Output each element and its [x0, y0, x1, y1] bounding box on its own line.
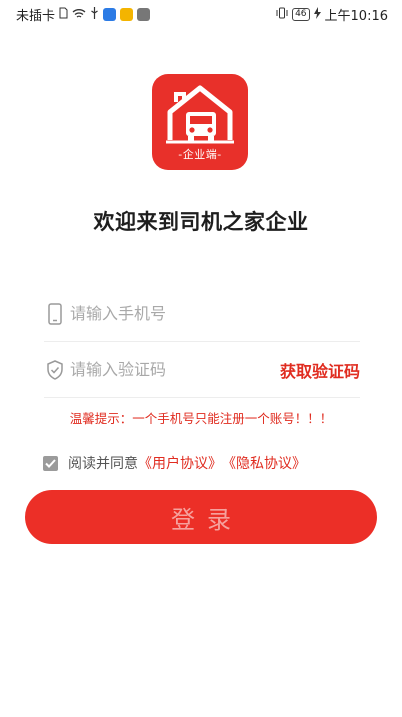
agreement-row: 阅读并同意 《用户协议》 《隐私协议》 — [43, 453, 306, 473]
privacy-policy-link[interactable]: 《隐私协议》 — [222, 453, 306, 473]
sim-icon — [59, 7, 68, 21]
welcome-title: 欢迎来到司机之家企业 — [93, 210, 309, 234]
get-code-button[interactable]: 获取验证码 — [280, 358, 360, 382]
verification-code-input[interactable] — [70, 349, 280, 390]
carrier-label: 未插卡 — [16, 8, 56, 24]
logo-caption: -企业端- — [178, 148, 222, 161]
status-bar-left: 未插卡 — [16, 5, 151, 24]
system-notification-icon — [137, 7, 151, 21]
vibrate-icon — [276, 7, 288, 21]
shield-check-icon — [44, 358, 66, 382]
phone-input[interactable] — [70, 293, 360, 334]
wifi-icon — [72, 8, 86, 21]
agreement-prefix: 阅读并同意 — [68, 456, 138, 472]
user-agreement-link[interactable]: 《用户协议》 — [138, 453, 222, 473]
status-bar: 未插卡 46 上午10:16 — [0, 0, 402, 28]
app-logo: -企业端- — [152, 74, 248, 170]
checkmark-icon — [45, 458, 56, 468]
clock: 上午10:16 — [324, 8, 388, 24]
message-notification-icon — [120, 7, 134, 21]
warm-tip: 温馨提示：一个手机号只能注册一个账号！！！ — [69, 411, 333, 426]
phone-row — [44, 286, 360, 342]
code-row: 获取验证码 — [44, 342, 360, 398]
battery-indicator: 46 — [292, 7, 310, 21]
agreement-checkbox[interactable] — [43, 455, 58, 471]
usb-icon — [90, 7, 99, 21]
charging-icon — [313, 7, 321, 21]
status-bar-right: 46 上午10:16 — [276, 5, 388, 24]
app-notification-icon — [103, 7, 117, 21]
phone-icon — [44, 302, 66, 326]
login-button[interactable]: 登录 — [25, 490, 377, 544]
